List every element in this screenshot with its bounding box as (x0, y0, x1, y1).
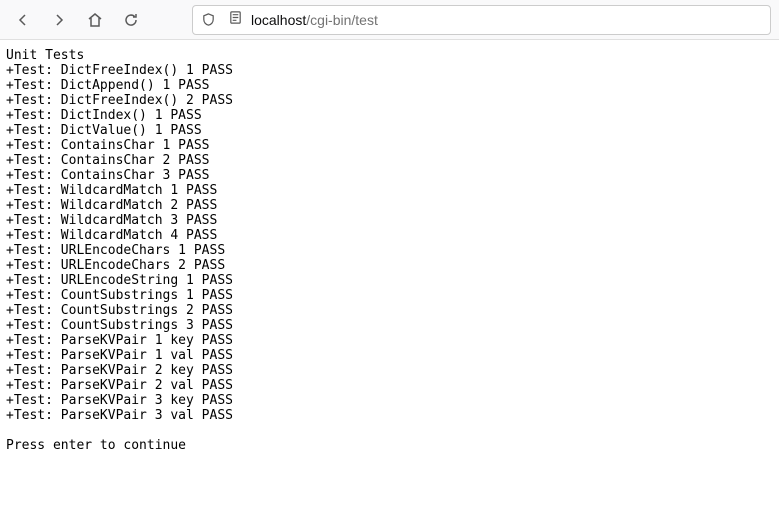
forward-button[interactable] (44, 5, 74, 35)
address-bar[interactable]: localhost/cgi-bin/test (192, 5, 771, 35)
page-content: Unit Tests +Test: DictFreeIndex() 1 PASS… (0, 40, 779, 461)
page-info-icon[interactable] (228, 10, 243, 30)
shield-icon (201, 12, 216, 27)
home-icon (87, 12, 103, 28)
page-title: Unit Tests (6, 48, 84, 63)
reload-icon (123, 12, 139, 28)
forward-icon (51, 12, 67, 28)
back-icon (15, 12, 31, 28)
back-button[interactable] (8, 5, 38, 35)
url-path: /cgi-bin/test (306, 12, 378, 28)
reload-button[interactable] (116, 5, 146, 35)
url-host: localhost (251, 12, 306, 28)
browser-toolbar: localhost/cgi-bin/test (0, 0, 779, 40)
page-footer: Press enter to continue (6, 438, 186, 453)
home-button[interactable] (80, 5, 110, 35)
url-text: localhost/cgi-bin/test (251, 12, 378, 28)
test-output: +Test: DictFreeIndex() 1 PASS +Test: Dic… (6, 63, 773, 423)
